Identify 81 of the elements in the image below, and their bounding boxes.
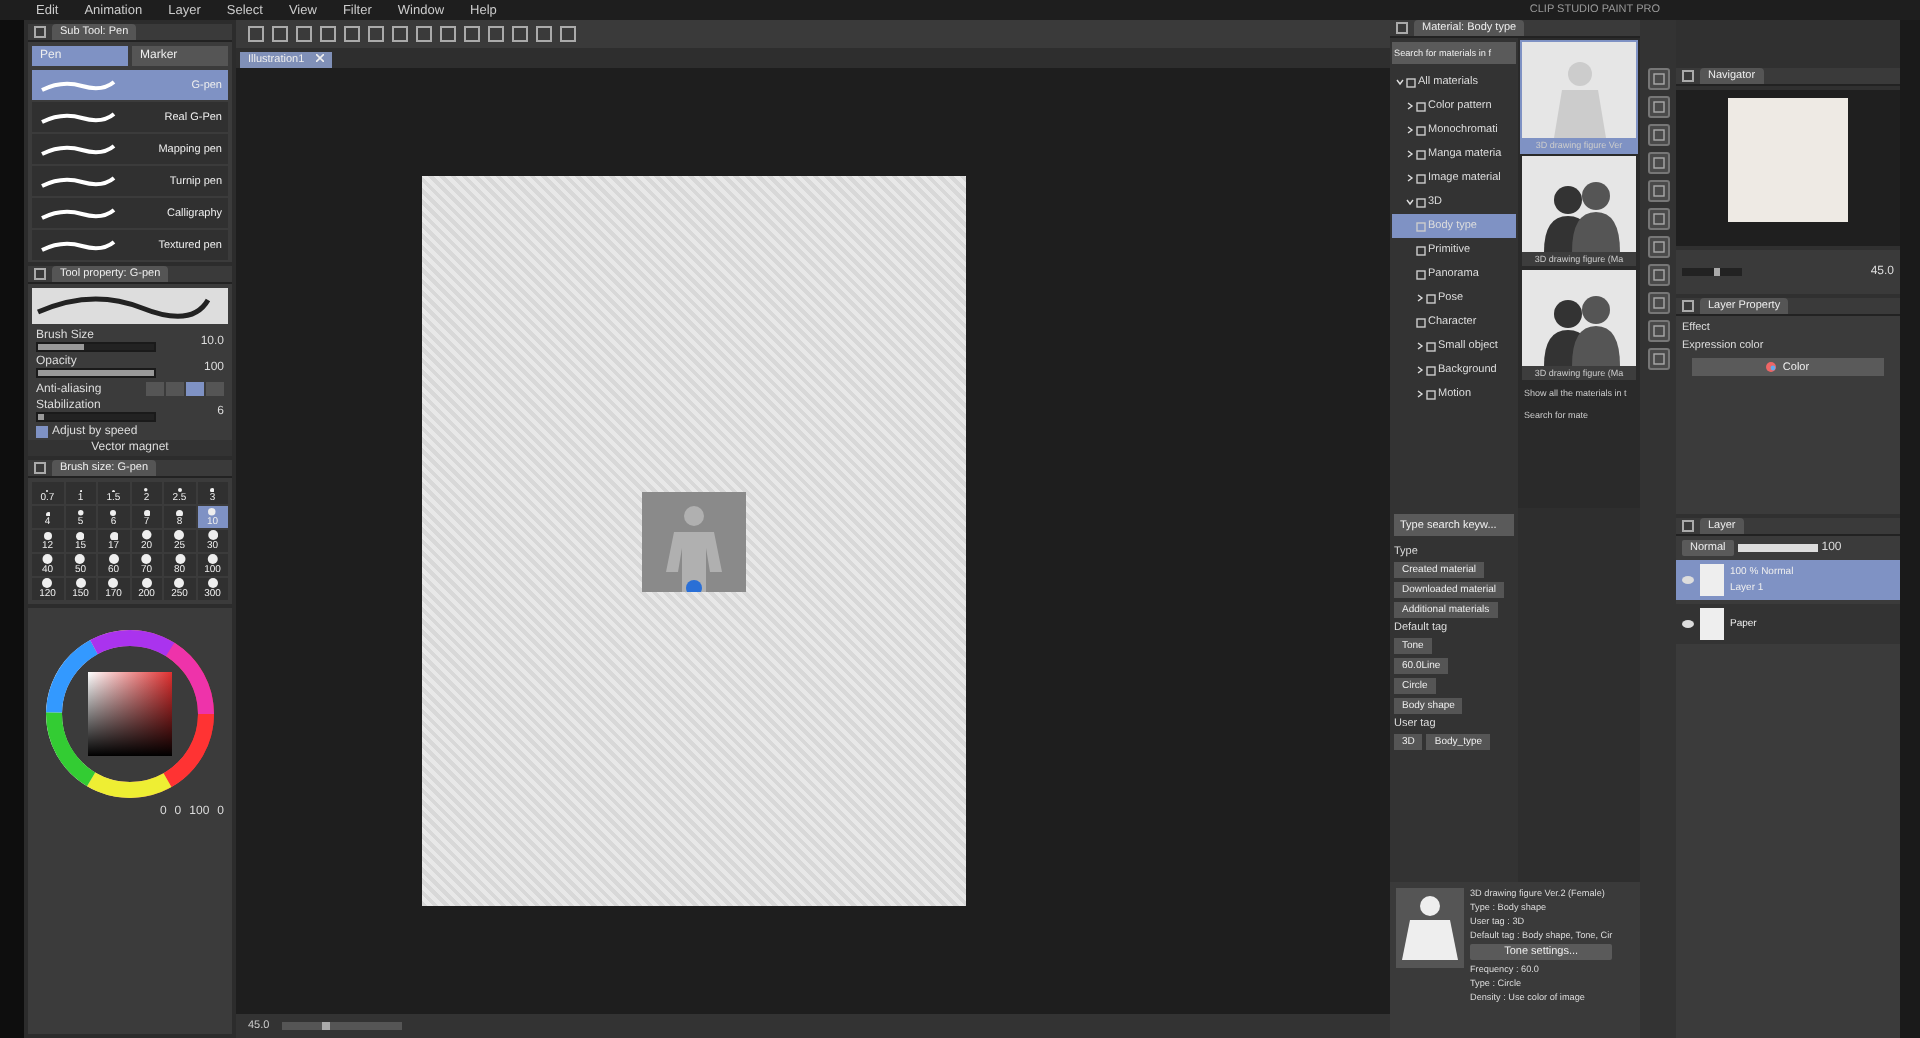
palette-icon: [1766, 362, 1777, 372]
material-folder-icon[interactable]: [1647, 348, 1669, 370]
slider-fill[interactable]: [38, 414, 45, 420]
size-dot-icon: [172, 578, 187, 588]
panel-icon: [1682, 70, 1694, 82]
folder-icon: [1416, 317, 1426, 327]
stroke-icon: [38, 109, 118, 125]
folder-icon: [1416, 173, 1426, 183]
folder-icon: [1426, 389, 1436, 399]
size-dot-icon: [45, 511, 50, 516]
size-dot-icon: [208, 508, 217, 516]
stroke-icon: [38, 77, 118, 93]
size-dot-icon: [174, 530, 185, 540]
layer-thumbnail: [1700, 608, 1724, 640]
material-folder-icon[interactable]: [1647, 236, 1669, 258]
size-dot-icon: [74, 554, 87, 564]
folder-icon: [1416, 245, 1426, 255]
slider-fill[interactable]: [38, 344, 85, 350]
size-dot-icon: [205, 554, 220, 564]
size-dot-icon: [76, 531, 85, 540]
folder-icon: [1416, 101, 1426, 111]
size-dot-icon: [110, 510, 117, 516]
layer-thumbnail: [1700, 564, 1724, 596]
folder-icon: [1416, 125, 1426, 135]
stroke-icon: [38, 205, 118, 221]
panel-icon: [1682, 300, 1694, 312]
material-folder-icon[interactable]: [1647, 320, 1669, 342]
folder-icon: [1426, 341, 1436, 351]
size-dot-icon: [109, 531, 118, 540]
panel-icon: [34, 268, 46, 280]
size-dot-icon: [77, 510, 84, 516]
stroke-icon: [38, 237, 118, 253]
material-folder-icon[interactable]: [1647, 180, 1669, 202]
body-figure-preview: [1396, 888, 1464, 968]
panel-icon: [34, 26, 46, 38]
slider-track[interactable]: [36, 412, 156, 422]
material-folder-icon[interactable]: [1647, 264, 1669, 286]
material-folder-icon[interactable]: [1647, 152, 1669, 174]
folder-icon: [1406, 77, 1416, 87]
material-folder-icon[interactable]: [1647, 292, 1669, 314]
stroke-icon: [32, 292, 212, 320]
size-dot-icon: [40, 578, 55, 588]
folder-icon: [1416, 149, 1426, 159]
size-dot-icon: [205, 578, 220, 588]
opacity-slider-icon[interactable]: [1737, 544, 1818, 552]
material-folder-icon[interactable]: [1647, 96, 1669, 118]
size-dot-icon: [207, 530, 218, 540]
stroke-icon: [38, 173, 118, 189]
navigator-preview: [1728, 98, 1848, 222]
size-dot-icon: [43, 532, 52, 540]
size-dot-icon: [107, 554, 120, 564]
size-dot-icon: [210, 487, 215, 492]
size-dot-icon: [73, 578, 88, 588]
size-dot-icon: [42, 554, 53, 564]
panel-icon: [1396, 22, 1408, 34]
size-dot-icon: [106, 578, 121, 588]
size-dot-icon: [143, 509, 150, 516]
body-figure-icon: [1549, 58, 1609, 138]
checkbox[interactable]: [36, 426, 48, 438]
panel-icon: [34, 462, 46, 474]
eye-icon: [1682, 576, 1694, 584]
eye-icon: [1682, 620, 1694, 628]
folder-icon: [1416, 221, 1426, 231]
material-folder-icon[interactable]: [1647, 124, 1669, 146]
size-dot-icon: [140, 554, 153, 564]
size-dot-icon: [141, 530, 152, 540]
folder-icon: [1426, 293, 1436, 303]
folder-icon: [1416, 197, 1426, 207]
panel-icon: [1682, 520, 1694, 532]
material-folder-icon[interactable]: [1647, 208, 1669, 230]
folder-icon: [1426, 365, 1436, 375]
size-dot-icon: [139, 578, 154, 588]
close-icon: [316, 54, 325, 62]
figure-thumbnail-icon: [641, 491, 745, 591]
slider-track[interactable]: [36, 342, 156, 352]
size-dot-icon: [173, 554, 186, 564]
size-dot-icon: [176, 509, 183, 516]
folder-icon: [1416, 269, 1426, 279]
material-folder-icon[interactable]: [1647, 68, 1669, 90]
zoom-slider-icon[interactable]: [281, 1022, 402, 1030]
stroke-icon: [38, 141, 118, 157]
